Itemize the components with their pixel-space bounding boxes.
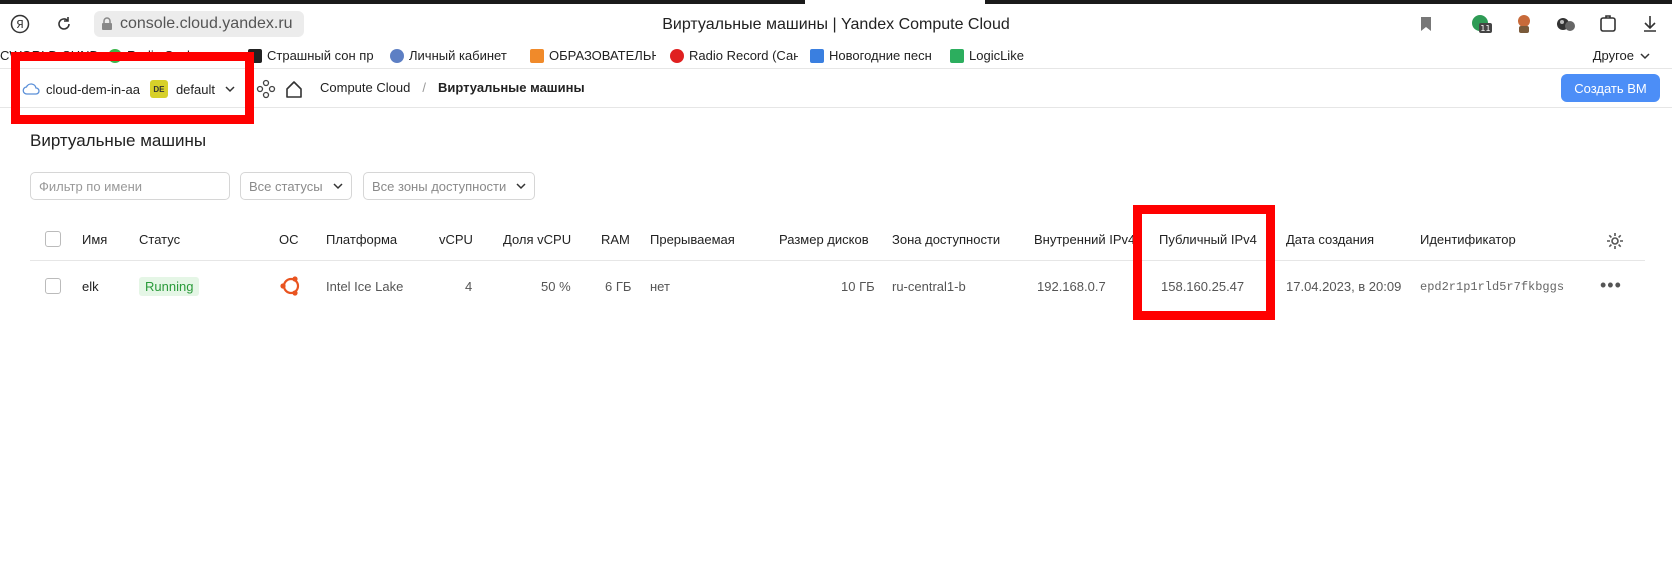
extension-balls-icon[interactable]	[1554, 12, 1578, 36]
name-filter-input[interactable]: Фильтр по имени	[30, 172, 230, 200]
column-disk-size[interactable]: Размер дисков	[779, 232, 869, 247]
home-icon[interactable]	[284, 79, 304, 99]
breadcrumb-separator: /	[422, 80, 426, 95]
extension-character-icon[interactable]	[1512, 12, 1536, 36]
column-internal-ip[interactable]: Внутренний IPv4	[1034, 232, 1138, 247]
moodle-icon	[530, 48, 544, 63]
extension-puzzle-icon[interactable]	[1596, 12, 1620, 36]
vcpu-cell: 4	[465, 279, 473, 294]
column-os[interactable]: ОС	[279, 232, 299, 247]
column-status[interactable]: Статус	[139, 232, 180, 247]
column-name[interactable]: Имя	[82, 232, 107, 247]
emblem-icon	[390, 48, 404, 63]
vm-table-header: Имя Статус ОС Платформа vCPU Доля vCPU R…	[0, 226, 1672, 261]
radio-record-icon	[670, 48, 684, 63]
page-heading: Виртуальные машины	[30, 131, 207, 150]
vm-name-link[interactable]: elk	[82, 279, 99, 294]
row-actions-menu[interactable]: •••	[1600, 275, 1622, 296]
bar-chart-icon	[810, 48, 824, 63]
column-created[interactable]: Дата создания	[1286, 232, 1374, 247]
preemptible-cell: нет	[650, 279, 670, 294]
select-all-checkbox[interactable]	[45, 231, 61, 247]
vcpu-share-cell: 50 %	[541, 279, 571, 294]
browser-toolbar: Я console.cloud.yandex.ru Виртуальные ма…	[0, 4, 1672, 44]
ubuntu-icon	[280, 276, 300, 296]
chevron-down-icon	[333, 183, 343, 190]
column-ram[interactable]: RAM	[601, 232, 630, 247]
chevron-down-icon	[1640, 52, 1650, 59]
breadcrumb-current: Виртуальные машины	[437, 80, 585, 95]
chevron-down-icon	[516, 183, 526, 190]
platform-cell: Intel Ice Lake	[326, 279, 404, 294]
svg-text:11: 11	[1480, 24, 1490, 33]
table-row[interactable]: elk Running Intel Ice Lake 4 50 % 6 ГБ н…	[0, 271, 1672, 301]
bookmark-item[interactable]: Radio Record (Сан	[670, 48, 798, 63]
disk-size-cell: 10 ГБ	[841, 279, 875, 294]
status-badge: Running	[139, 277, 200, 296]
column-platform[interactable]: Платформа	[326, 232, 397, 247]
bookmark-item[interactable]: Новогодние песн	[810, 48, 936, 63]
bookmark-item[interactable]: ОБРАЗОВАТЕЛЬН	[530, 48, 656, 63]
create-vm-button[interactable]: Создать ВМ	[1561, 74, 1660, 102]
bookmark-icon[interactable]	[1414, 12, 1438, 36]
column-vcpu[interactable]: vCPU	[439, 232, 473, 247]
zone-filter-select[interactable]: Все зоны доступности	[363, 172, 536, 200]
logiclike-icon	[950, 48, 964, 63]
highlight-cloud-selector	[11, 52, 254, 124]
column-vcpu-share[interactable]: Доля vCPU	[503, 232, 571, 247]
column-zone[interactable]: Зона доступности	[892, 232, 1000, 247]
download-icon[interactable]	[1638, 12, 1662, 36]
breadcrumb-compute-cloud[interactable]: Compute Cloud	[320, 80, 410, 95]
zone-cell: ru-central1-b	[892, 279, 966, 294]
other-bookmarks[interactable]: Другое	[1593, 48, 1650, 63]
column-id[interactable]: Идентификатор	[1420, 232, 1516, 247]
ram-cell: 6 ГБ	[605, 279, 632, 294]
highlight-public-ip	[1133, 205, 1275, 320]
column-preemptible[interactable]: Прерываемая	[650, 232, 735, 247]
gear-icon[interactable]	[1606, 232, 1624, 250]
vm-id-cell: epd2r1p1rld5r7fkbggs	[1420, 280, 1565, 294]
bookmark-item[interactable]: Страшный сон пр	[248, 48, 374, 63]
row-checkbox[interactable]	[45, 278, 61, 294]
internal-ip-cell: 192.168.0.7	[1037, 279, 1106, 294]
bookmark-item[interactable]: LogicLike	[950, 48, 1050, 63]
services-icon[interactable]	[256, 79, 276, 99]
bookmark-item[interactable]: Личный кабинет	[390, 48, 514, 63]
breadcrumb: Compute Cloud / Виртуальные машины	[320, 80, 585, 95]
status-filter-select[interactable]: Все статусы	[240, 172, 352, 200]
created-cell: 17.04.2023, в 20:09	[1286, 279, 1402, 294]
extension-badge-icon[interactable]: 11	[1470, 12, 1494, 36]
